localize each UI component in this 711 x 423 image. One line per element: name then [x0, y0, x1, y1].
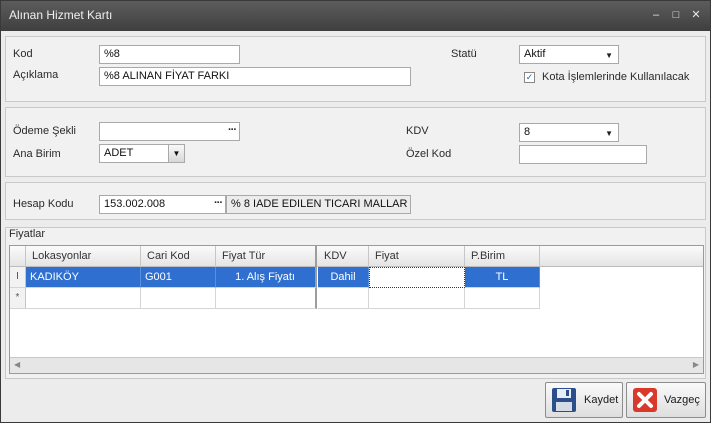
lokasyon-cell[interactable]	[26, 288, 141, 309]
chevron-down-icon[interactable]: ▼	[168, 145, 184, 162]
column-header[interactable]: KDV	[318, 246, 369, 267]
chevron-down-icon: ▼	[605, 129, 613, 138]
kdv-value: 8	[524, 126, 531, 138]
kota-label: Kota İşlemlerinde Kullanılacak	[542, 71, 690, 83]
ozel-kod-input[interactable]	[519, 145, 647, 164]
kota-checkbox[interactable]: ✓	[524, 72, 535, 83]
table-row[interactable]: I KADIKÖY G001 1. Alış Fiyatı Dahil TL	[10, 267, 703, 288]
kdv-label: KDV	[406, 125, 429, 137]
payment-panel: Ödeme Şekli ··· Ana Birim ADET ▼ KDV 8 ▼…	[5, 107, 706, 177]
statu-select[interactable]: Aktif ▼	[519, 45, 619, 64]
odeme-input[interactable]: ···	[99, 122, 240, 141]
save-label: Kaydet	[584, 394, 619, 406]
close-icon[interactable]: ✕	[688, 8, 704, 22]
fiyat-cell[interactable]	[369, 267, 465, 288]
pbirim-cell[interactable]	[465, 288, 540, 309]
general-panel: Kod %8 Açıklama %8 ALINAN FİYAT FARKI St…	[5, 36, 706, 102]
lookup-icon[interactable]: ···	[214, 196, 223, 212]
statu-label: Statü	[451, 48, 477, 60]
cancel-label: Vazgeç	[664, 394, 700, 406]
cari-kod-cell[interactable]	[141, 288, 216, 309]
fiyat-tur-cell[interactable]	[216, 288, 317, 309]
new-row[interactable]: *	[10, 288, 703, 309]
fiyatlar-label: Fiyatlar	[9, 228, 49, 240]
floppy-disk-icon	[552, 388, 576, 412]
new-row-indicator: *	[10, 288, 26, 309]
kod-input[interactable]: %8	[99, 45, 240, 64]
hesap-description: % 8 IADE EDILEN TICARI MALLAR	[226, 195, 411, 214]
kdv-cell[interactable]	[318, 288, 369, 309]
hesap-kodu-input[interactable]: 153.002.008 ···	[99, 195, 226, 214]
odeme-label: Ödeme Şekli	[13, 125, 76, 137]
hesap-kodu-value: 153.002.008	[104, 198, 166, 210]
save-button[interactable]: Kaydet	[545, 382, 623, 418]
scroll-right-icon[interactable]: ▶	[693, 360, 699, 369]
lookup-icon[interactable]: ···	[228, 123, 237, 139]
cancel-button[interactable]: Vazgeç	[626, 382, 706, 418]
statu-value: Aktif	[524, 48, 546, 60]
kdv-cell[interactable]: Dahil	[318, 267, 369, 288]
minimize-icon[interactable]: –	[648, 8, 664, 22]
window-title: Alınan Hizmet Kartı	[9, 8, 113, 22]
scroll-left-icon[interactable]: ◀	[14, 360, 20, 369]
horizontal-scrollbar[interactable]: ◀ ▶	[10, 357, 703, 373]
pbirim-cell[interactable]: TL	[465, 267, 540, 288]
ozel-kod-label: Özel Kod	[406, 148, 452, 160]
column-header[interactable]: Fiyat Tür	[216, 246, 317, 267]
hesap-kodu-label: Hesap Kodu	[13, 198, 74, 210]
column-header[interactable]: Lokasyonlar	[26, 246, 141, 267]
prices-grid[interactable]: Lokasyonlar Cari Kod Fiyat Tür KDV Fiyat…	[9, 245, 704, 374]
aciklama-input[interactable]: %8 ALINAN FİYAT FARKI	[99, 67, 411, 86]
grid-header: Lokasyonlar Cari Kod Fiyat Tür KDV Fiyat…	[10, 246, 703, 267]
column-header[interactable]: Fiyat	[369, 246, 465, 267]
ana-birim-select[interactable]: ADET ▼	[99, 144, 185, 163]
maximize-icon[interactable]: □	[668, 8, 684, 22]
account-panel: Hesap Kodu 153.002.008 ··· % 8 IADE EDIL…	[5, 182, 706, 220]
ana-birim-label: Ana Birim	[13, 148, 61, 160]
title-bar: Alınan Hizmet Kartı – □ ✕	[1, 1, 710, 31]
fiyat-cell[interactable]	[369, 288, 465, 309]
indicator-header	[10, 246, 26, 267]
row-indicator: I	[10, 267, 26, 288]
fiyat-tur-cell[interactable]: 1. Alış Fiyatı	[216, 267, 317, 288]
lokasyon-cell[interactable]: KADIKÖY	[26, 267, 141, 288]
column-header[interactable]: Cari Kod	[141, 246, 216, 267]
cari-kod-cell[interactable]: G001	[141, 267, 216, 288]
aciklama-label: Açıklama	[13, 69, 59, 81]
kdv-select[interactable]: 8 ▼	[519, 123, 619, 142]
kod-label: Kod	[13, 48, 33, 60]
column-header[interactable]: P.Birim	[465, 246, 540, 267]
cancel-x-icon	[633, 388, 657, 412]
ana-birim-value: ADET	[104, 147, 134, 159]
chevron-down-icon: ▼	[605, 51, 613, 60]
service-card-window: Alınan Hizmet Kartı – □ ✕ Kod %8 Açıklam…	[0, 0, 711, 423]
